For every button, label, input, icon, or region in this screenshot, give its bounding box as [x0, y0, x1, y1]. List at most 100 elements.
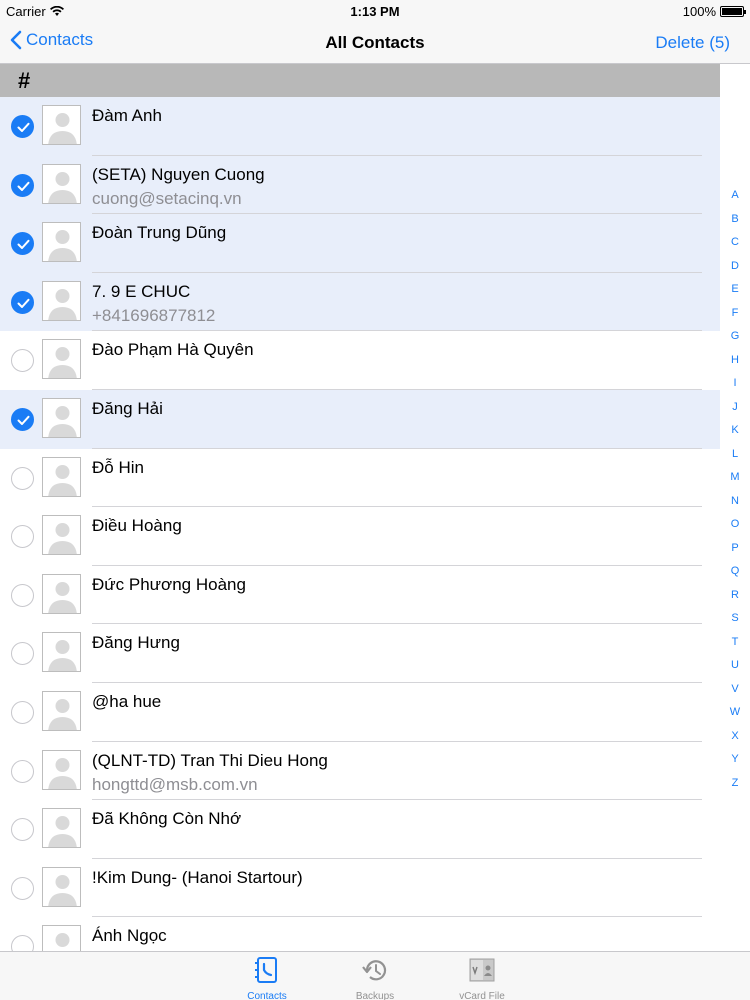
index-letter[interactable]: A: [720, 184, 750, 208]
selection-checkbox[interactable]: [11, 700, 34, 724]
selection-checkbox[interactable]: [11, 525, 34, 549]
index-letter[interactable]: E: [720, 278, 750, 302]
index-letter[interactable]: Z: [720, 772, 750, 796]
index-letter[interactable]: N: [720, 490, 750, 514]
selection-checkbox[interactable]: [11, 407, 34, 431]
person-placeholder-icon: [43, 464, 80, 496]
selection-checkbox[interactable]: [11, 173, 34, 197]
status-bar: Carrier 1:13 PM 100%: [0, 0, 750, 22]
index-letter[interactable]: H: [720, 349, 750, 373]
person-placeholder-icon: [43, 171, 80, 203]
index-letter[interactable]: K: [720, 419, 750, 443]
avatar: [42, 280, 81, 321]
contact-name: (SETA) Nguyen Cuong: [92, 164, 265, 184]
index-letter[interactable]: M: [720, 466, 750, 490]
index-letter[interactable]: G: [720, 325, 750, 349]
contact-row[interactable]: 7. 9 E CHUC +841696877812: [0, 272, 720, 332]
selection-checkbox[interactable]: [11, 232, 34, 256]
contact-name: Đăng Hưng: [92, 633, 180, 653]
checkmark-icon: [17, 122, 30, 132]
index-letter[interactable]: O: [720, 513, 750, 537]
avatar: [42, 222, 81, 263]
selection-checkbox[interactable]: [11, 583, 34, 607]
index-letter[interactable]: F: [720, 302, 750, 326]
index-letter[interactable]: V: [720, 678, 750, 702]
selection-checkbox[interactable]: [11, 115, 34, 138]
selection-checkbox[interactable]: [11, 876, 34, 900]
index-letter[interactable]: I: [720, 372, 750, 396]
avatar: [42, 866, 81, 907]
contact-row[interactable]: !Kim Dung- (Hanoi Startour): [0, 858, 720, 918]
contact-row[interactable]: @ha hue: [0, 682, 720, 742]
avatar: [42, 456, 81, 497]
index-letter[interactable]: R: [720, 584, 750, 608]
avatar: [42, 105, 81, 145]
selection-checkbox[interactable]: [11, 466, 34, 490]
contact-row[interactable]: Đoàn Trung Dũng: [0, 214, 720, 273]
checkmark-icon: [17, 181, 30, 191]
index-letter[interactable]: D: [720, 255, 750, 279]
contact-row[interactable]: Ánh Ngọc: [0, 917, 720, 951]
delete-button[interactable]: Delete (5): [655, 33, 730, 53]
avatar: [42, 690, 81, 731]
index-letter[interactable]: Y: [720, 748, 750, 772]
contact-row[interactable]: Điều Hoàng: [0, 507, 720, 566]
contact-row[interactable]: Đức Phương Hoàng: [0, 565, 720, 625]
contact-name: 7. 9 E CHUC: [92, 281, 191, 301]
avatar: [42, 163, 81, 204]
contact-name: Đàm Anh: [92, 106, 162, 125]
tab-bar: Contacts Backups vCard File: [0, 951, 750, 1000]
contact-name: (QLNT-TD) Tran Thi Dieu Hong: [92, 750, 328, 770]
contact-name: @ha hue: [92, 691, 162, 711]
tab-contacts[interactable]: Contacts: [222, 956, 312, 1000]
index-letter[interactable]: U: [720, 654, 750, 678]
contact-row[interactable]: Đăng Hưng: [0, 624, 720, 683]
person-placeholder-icon: [43, 757, 80, 789]
index-letter[interactable]: B: [720, 208, 750, 232]
selection-checkbox[interactable]: [11, 290, 34, 314]
index-letter[interactable]: Q: [720, 560, 750, 584]
selection-checkbox[interactable]: [11, 759, 34, 783]
contact-row[interactable]: Đào Phạm Hà Quyên: [0, 331, 720, 390]
tab-vcard-file-label: vCard File: [459, 991, 505, 1000]
avatar: [42, 515, 81, 556]
tab-backups[interactable]: Backups: [330, 956, 420, 1000]
index-letter[interactable]: W: [720, 701, 750, 725]
contact-list[interactable]: Đàm Anh (SETA) Nguyen Cuong cuong@setacinq…: [0, 97, 720, 951]
person-placeholder-icon: [43, 347, 80, 379]
contact-row[interactable]: Đã Không Còn Nhớ: [0, 800, 720, 859]
avatar: [42, 573, 81, 614]
tab-vcard-file[interactable]: vCard File: [437, 956, 527, 1000]
index-letter[interactable]: P: [720, 537, 750, 561]
contact-row[interactable]: (SETA) Nguyen Cuong cuong@setacinq.vn: [0, 155, 720, 215]
selection-checkbox[interactable]: [11, 935, 34, 951]
section-header: #: [0, 64, 720, 97]
index-letter[interactable]: C: [720, 231, 750, 255]
person-placeholder-icon: [43, 640, 80, 672]
index-letter[interactable]: L: [720, 443, 750, 467]
selection-checkbox[interactable]: [11, 642, 34, 666]
index-letter[interactable]: T: [720, 631, 750, 655]
tab-contacts-label: Contacts: [247, 991, 287, 1000]
person-placeholder-icon: [43, 113, 80, 144]
contact-name: Điều Hoàng: [92, 516, 182, 536]
contact-name: Ánh Ngọc: [92, 926, 167, 946]
contact-name: Đăng Hải: [92, 398, 163, 418]
contact-row[interactable]: Đăng Hải: [0, 389, 720, 449]
contact-row[interactable]: Đỗ Hin: [0, 448, 720, 508]
selection-checkbox[interactable]: [11, 349, 34, 373]
index-letter[interactable]: S: [720, 607, 750, 631]
person-placeholder-icon: [43, 288, 80, 320]
alphabet-index[interactable]: ABCDEFGHIJKLMNOPQRSTUVWXYZ: [720, 184, 750, 795]
contacts-icon: [255, 957, 277, 983]
battery-percent: 100%: [682, 4, 716, 19]
contact-row[interactable]: Đàm Anh: [0, 97, 720, 156]
checkmark-icon: [17, 298, 30, 308]
tab-backups-label: Backups: [355, 991, 395, 1000]
index-letter[interactable]: X: [720, 725, 750, 749]
contact-row[interactable]: (QLNT-TD) Tran Thi Dieu Hong hongttd@msb.…: [0, 741, 720, 801]
backups-icon: [362, 960, 387, 981]
selection-checkbox[interactable]: [11, 818, 34, 842]
index-letter[interactable]: J: [720, 396, 750, 420]
vcard-file-icon: [469, 958, 495, 982]
